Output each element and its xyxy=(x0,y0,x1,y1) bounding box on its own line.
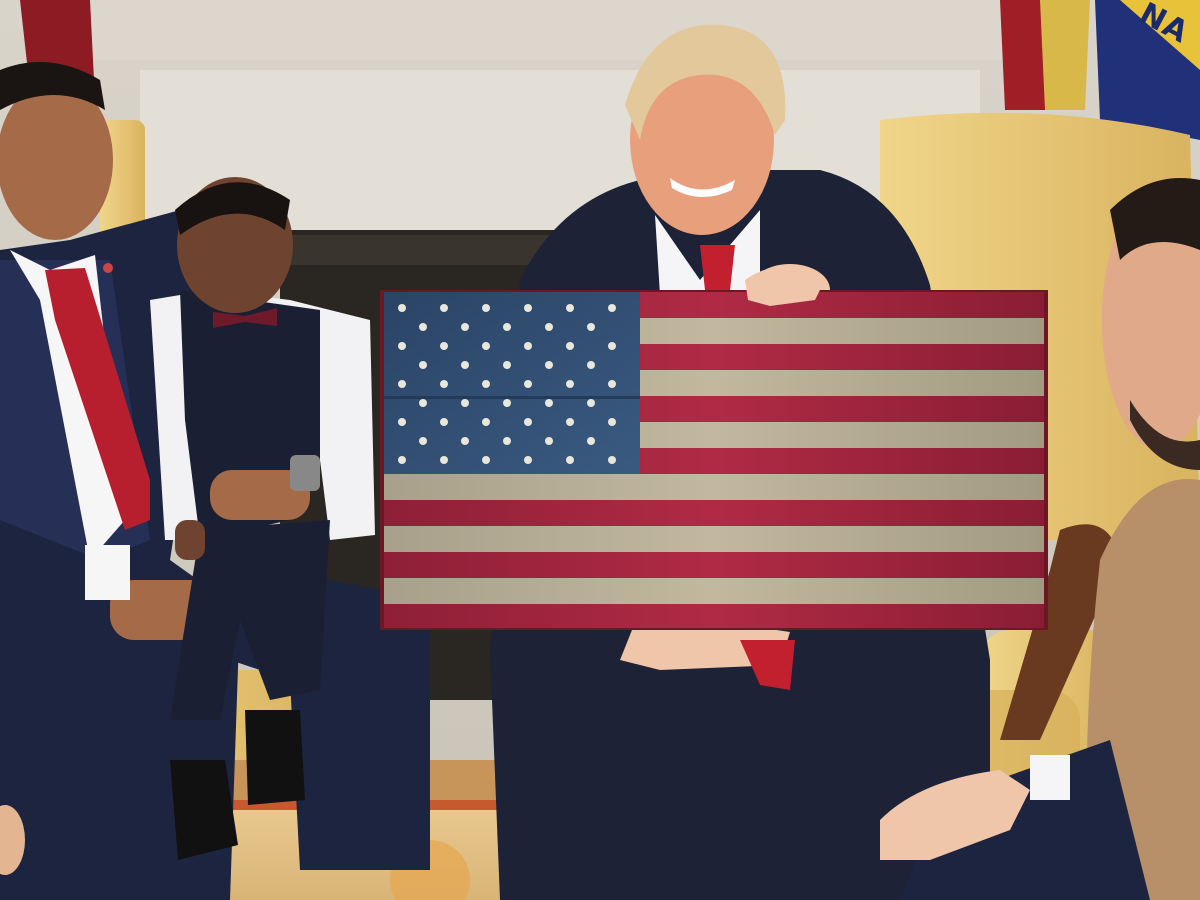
photo-illustration xyxy=(0,0,1200,900)
photo-scene: NA xyxy=(0,0,1200,900)
wooden-flag xyxy=(380,290,1048,630)
